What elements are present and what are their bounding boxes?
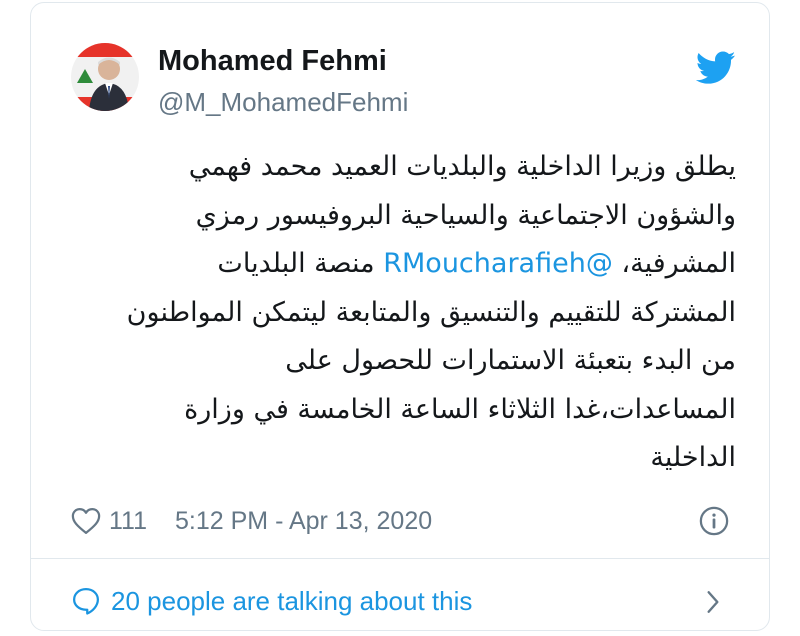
author-name[interactable]: Mohamed Fehmi xyxy=(158,45,387,78)
tweet-text-line: المشرفية، @RMoucharafieh منصة البلديات xyxy=(61,240,736,289)
info-icon[interactable] xyxy=(699,506,729,536)
tweet-card[interactable]: Mohamed Fehmi @M_MohamedFehmi يطلق وزيرا… xyxy=(30,2,770,631)
tweet-text: يطلق وزيرا الداخلية والبلديات العميد محم… xyxy=(61,143,736,483)
conversation-text[interactable]: 20 people are talking about this xyxy=(111,586,472,617)
heart-icon[interactable] xyxy=(71,507,101,535)
timestamp[interactable]: 5:12 PM - Apr 13, 2020 xyxy=(175,507,432,536)
twitter-bird-icon[interactable] xyxy=(696,51,736,85)
avatar[interactable] xyxy=(71,43,139,111)
author-handle[interactable]: @M_MohamedFehmi xyxy=(158,87,408,118)
speech-bubble-icon xyxy=(73,588,99,615)
tweet-text-line: والشؤون الاجتماعية والسياحية البروفيسور … xyxy=(195,199,736,231)
tweet-text-line: يطلق وزيرا الداخلية والبلديات العميد محم… xyxy=(188,151,736,182)
avatar-image xyxy=(71,43,139,111)
tweet-text-line: المساعدات،غدا الثلاثاء الساعة الخامسة في… xyxy=(184,393,736,425)
conversation-link[interactable]: 20 people are talking about this xyxy=(71,581,472,621)
tweet-text-segment: المشرفية، xyxy=(621,248,736,279)
like-count: 111 xyxy=(109,506,148,535)
tweet-text-line: المشتركة للتقييم والتنسيق والمتابعة ليتم… xyxy=(126,296,736,328)
tweet-text-line: الداخلية xyxy=(650,442,736,473)
tweet-meta: 111 5:12 PM - Apr 13, 2020 xyxy=(71,503,432,539)
mention-link[interactable]: @RMoucharafieh xyxy=(383,248,613,279)
chevron-right-icon[interactable] xyxy=(703,589,723,615)
divider xyxy=(31,558,769,559)
tweet-text-segment: منصة البلديات xyxy=(217,248,375,279)
tweet-text-line: من البدء بتعبئة الاستمارات للحصول على xyxy=(285,345,736,376)
